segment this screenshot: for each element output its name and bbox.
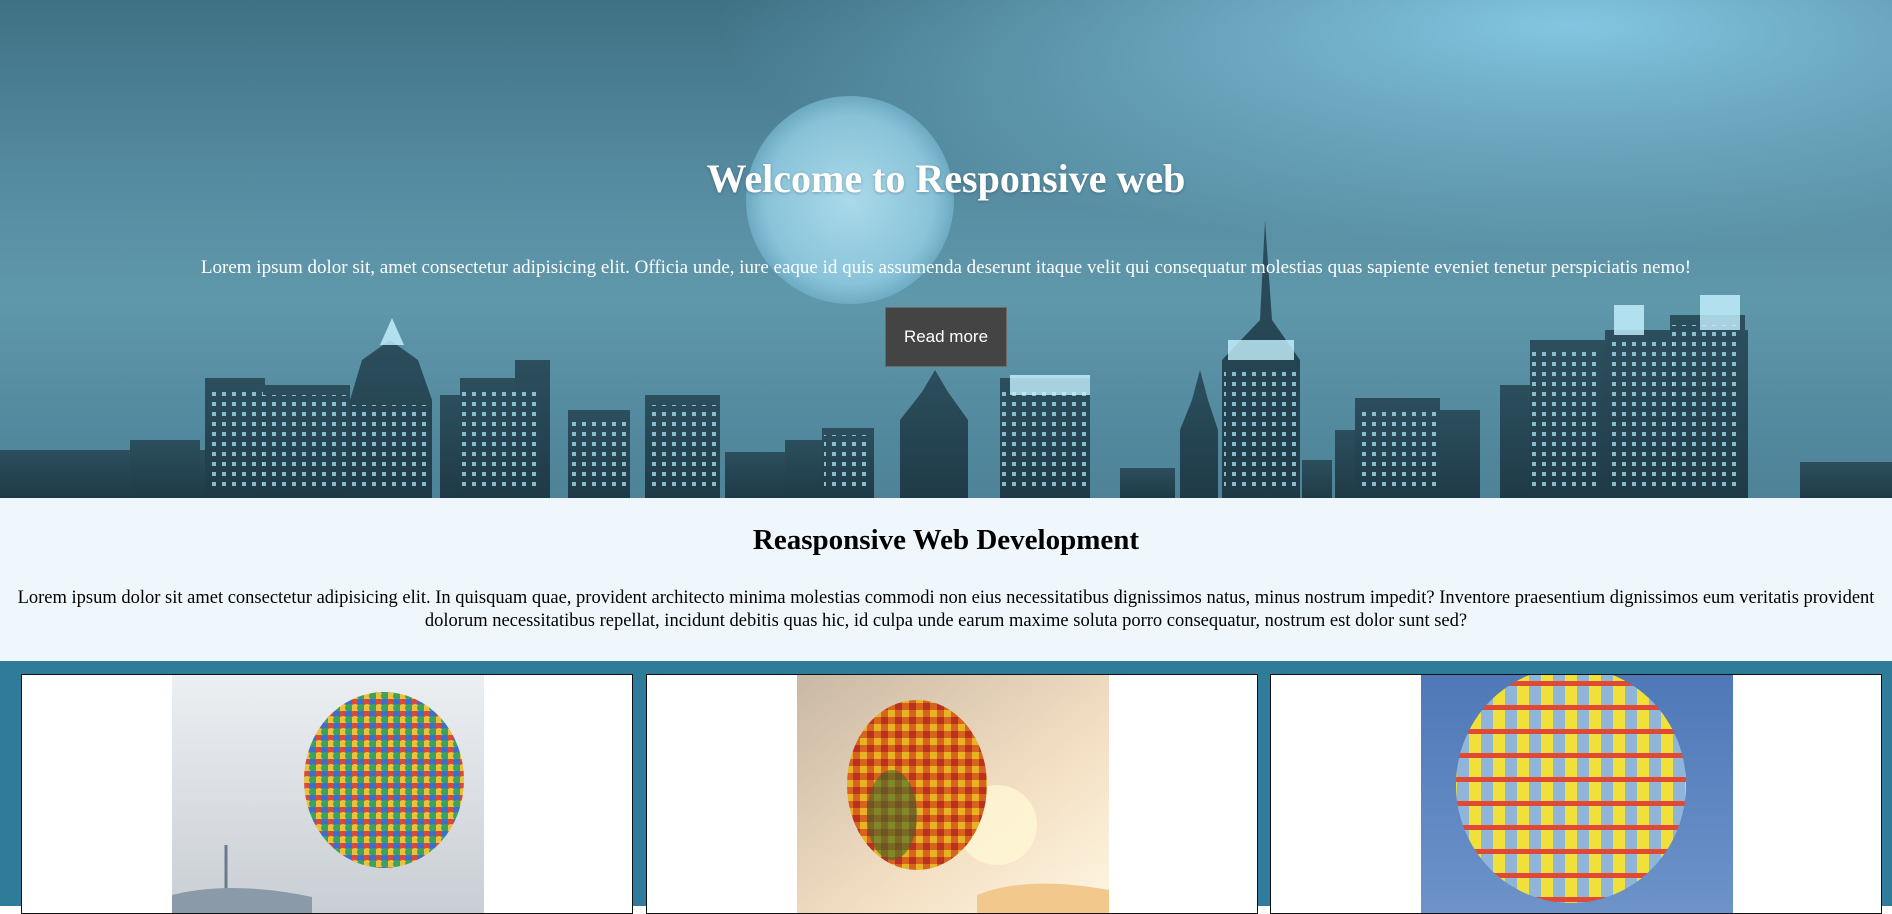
card-2 — [646, 674, 1258, 914]
balloon-cluster-image — [172, 675, 484, 913]
hero-content: Welcome to Responsive web Lorem ipsum do… — [0, 0, 1892, 498]
card-3 — [1270, 674, 1882, 914]
card-1 — [21, 674, 633, 914]
read-more-button[interactable]: Read more — [885, 307, 1007, 367]
section-description: Lorem ipsum dolor sit amet consectetur a… — [17, 588, 1875, 631]
sunset-hot-air-balloon-image — [797, 675, 1109, 913]
intro-section: Reasponsive Web Development Lorem ipsum … — [0, 498, 1892, 661]
hero-description: Lorem ipsum dolor sit, amet consectetur … — [200, 257, 1692, 278]
striped-hot-air-balloon-image — [1421, 675, 1733, 913]
hero-title: Welcome to Responsive web — [706, 156, 1186, 201]
section-title: Reasponsive Web Development — [752, 524, 1140, 556]
cards-section — [0, 661, 1892, 914]
hero-section: Welcome to Responsive web Lorem ipsum do… — [0, 0, 1892, 498]
